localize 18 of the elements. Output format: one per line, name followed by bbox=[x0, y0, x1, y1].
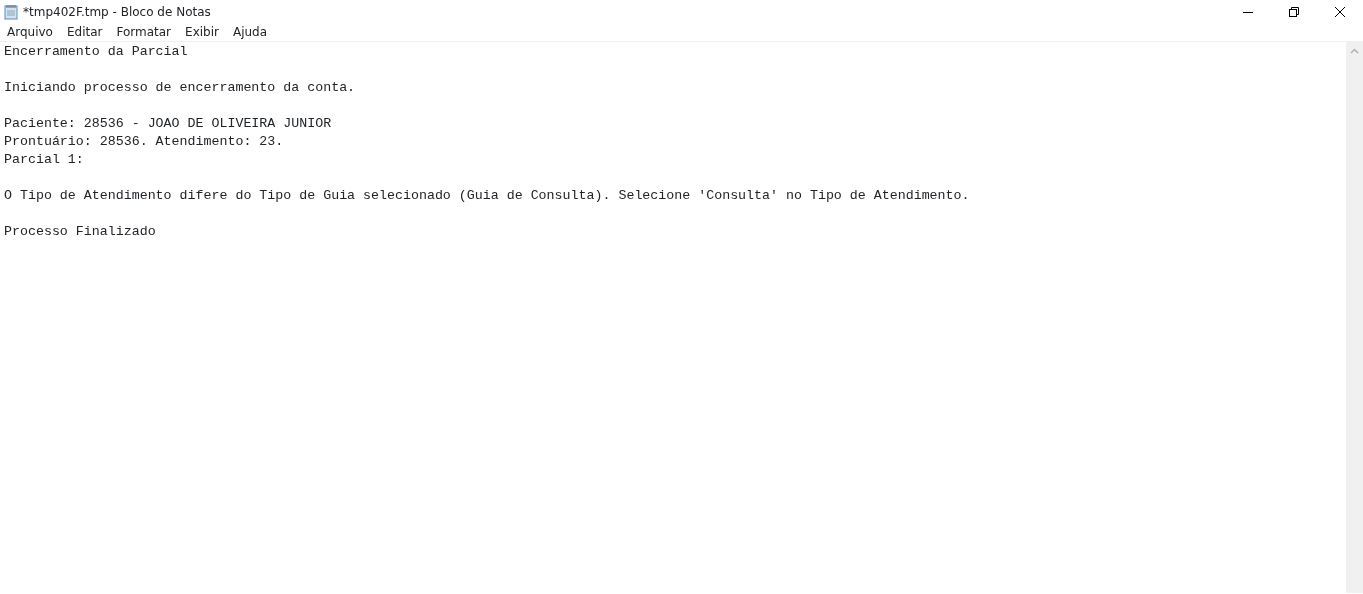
notepad-icon bbox=[3, 3, 19, 20]
text-line: Parcial 1: bbox=[4, 152, 84, 167]
close-icon bbox=[1335, 6, 1345, 17]
text-line: Iniciando processo de encerramento da conta. bbox=[4, 80, 356, 95]
text-line: O Tipo de Atendimento difere do Tipo de Guia selecionado (Guia de Consulta). Selecione 'Consulta' no Tipo de Atendimento. bbox=[4, 188, 970, 203]
menu-item[interactable]: Arquivo bbox=[0, 23, 60, 41]
text-line: Paciente: 28536 - JOAO DE OLIVEIRA JUNIOR bbox=[4, 116, 332, 131]
menu-item[interactable]: Formatar bbox=[109, 23, 179, 41]
menu-item[interactable]: Exibir bbox=[178, 23, 226, 41]
text-line: Processo Finalizado bbox=[4, 224, 156, 239]
scrollbar[interactable] bbox=[1346, 42, 1363, 593]
restore-icon bbox=[1289, 6, 1299, 17]
text-line: Encerramento da Parcial bbox=[4, 44, 188, 59]
menu-item[interactable]: Ajuda bbox=[225, 23, 275, 41]
window-title: *tmp402F.tmp - Bloco de Notas bbox=[22, 3, 211, 21]
scroll-up-icon[interactable] bbox=[1350, 48, 1359, 54]
text-line: Prontuário: 28536. Atendimento: 23. bbox=[4, 134, 284, 149]
menu-item[interactable]: Editar bbox=[59, 23, 110, 41]
